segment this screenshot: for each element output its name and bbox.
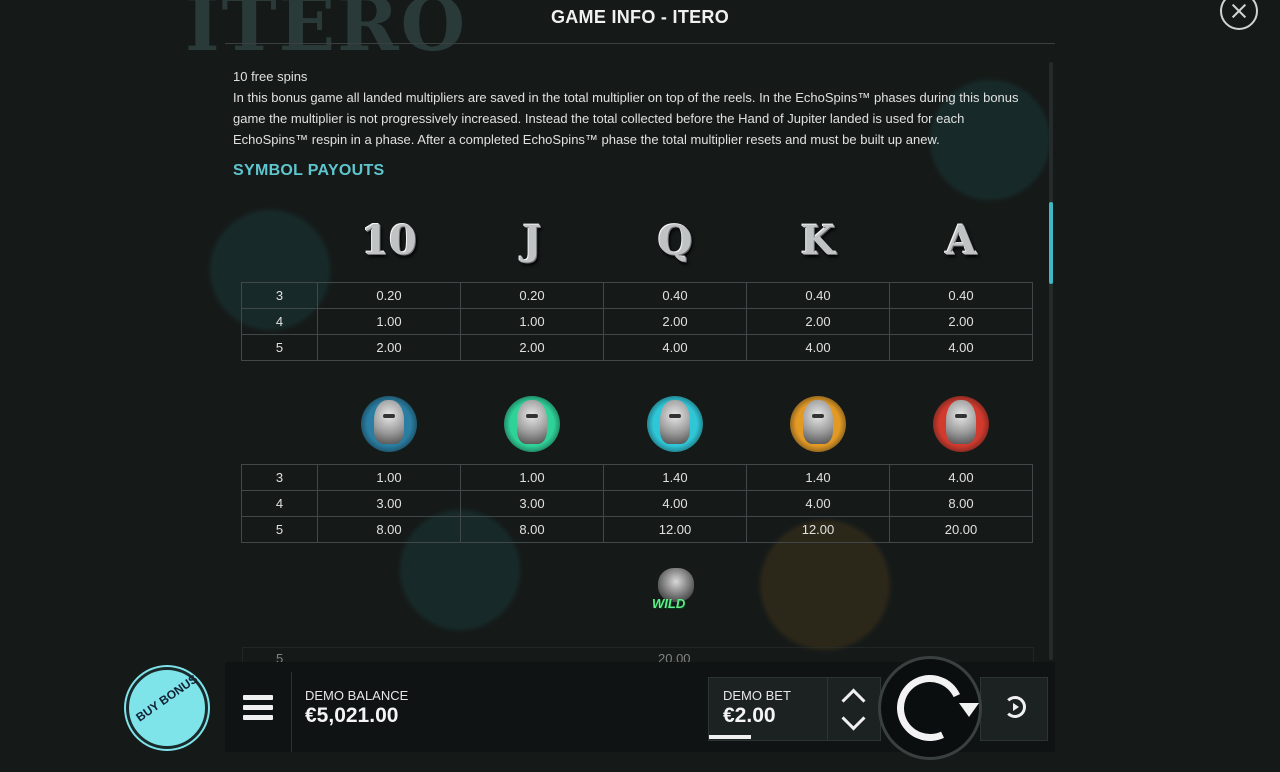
menu-icon[interactable] bbox=[243, 695, 273, 721]
payout-value: 2.00 bbox=[460, 334, 604, 361]
female-bust-blue-icon bbox=[357, 392, 421, 456]
rules-body: In this bonus game all landed multiplier… bbox=[233, 90, 1019, 147]
symbol-letter: J bbox=[522, 216, 542, 264]
balance-value: €5,021.00 bbox=[305, 704, 399, 727]
payout-value: 1.40 bbox=[603, 464, 747, 491]
symbol-count: 3 bbox=[241, 464, 318, 491]
payout-value: 4.00 bbox=[889, 464, 1033, 491]
payout-value: 0.20 bbox=[317, 282, 461, 309]
payout-value: 3.00 bbox=[460, 490, 604, 517]
symbol-10: 10 bbox=[357, 208, 421, 272]
payout-value: 8.00 bbox=[317, 516, 461, 543]
table-row: 5 8.00 8.00 12.00 12.00 20.00 bbox=[241, 516, 1033, 543]
payout-value: 2.00 bbox=[746, 308, 890, 335]
symbol-count: 4 bbox=[241, 308, 318, 335]
section-title: SYMBOL PAYOUTS bbox=[233, 162, 385, 179]
close-button[interactable] bbox=[1220, 0, 1258, 30]
payout-value: 4.00 bbox=[603, 490, 747, 517]
symbol-k: K bbox=[786, 208, 850, 272]
scrollbar-thumb[interactable] bbox=[1049, 202, 1053, 284]
table-row: 3 1.00 1.00 1.40 1.40 4.00 bbox=[241, 464, 1033, 491]
bar-divider bbox=[291, 672, 292, 752]
symbol-count: 5 bbox=[241, 516, 318, 543]
payout-value: 3.00 bbox=[317, 490, 461, 517]
payout-value: 1.40 bbox=[746, 464, 890, 491]
payout-value: 12.00 bbox=[603, 516, 747, 543]
payout-value: 8.00 bbox=[460, 516, 604, 543]
table-row: 4 3.00 3.00 4.00 4.00 8.00 bbox=[241, 490, 1033, 517]
symbol-letter: Q bbox=[657, 216, 693, 264]
wild-label: WILD bbox=[652, 596, 686, 611]
bet-stepper[interactable] bbox=[827, 677, 881, 741]
zeus-bust-red-icon bbox=[929, 392, 993, 456]
chevron-down-icon[interactable] bbox=[841, 706, 866, 731]
symbol-q: Q bbox=[643, 208, 707, 272]
bet-level-indicator bbox=[709, 735, 751, 739]
payout-value: 1.00 bbox=[317, 464, 461, 491]
payout-value: 2.00 bbox=[317, 334, 461, 361]
male-bust-green-icon bbox=[500, 392, 564, 456]
symbol-a: A bbox=[929, 208, 993, 272]
payout-value: 12.00 bbox=[746, 516, 890, 543]
page-title: GAME INFO - ITERO bbox=[550, 7, 730, 27]
rules-heading: 10 free spins bbox=[233, 69, 308, 84]
symbol-count: 4 bbox=[241, 490, 318, 517]
table-row: 3 0.20 0.20 0.40 0.40 0.40 bbox=[241, 282, 1033, 309]
symbol-letter: 10 bbox=[361, 216, 417, 264]
spin-button[interactable] bbox=[878, 656, 982, 760]
symbol-j: J bbox=[500, 208, 564, 272]
symbol-count: 3 bbox=[241, 282, 318, 309]
payout-value: 1.00 bbox=[460, 464, 604, 491]
payout-value: 8.00 bbox=[889, 490, 1033, 517]
bearded-bust-orange-icon bbox=[786, 392, 850, 456]
payout-value: 0.40 bbox=[603, 282, 747, 309]
payout-value: 1.00 bbox=[460, 308, 604, 335]
payout-value: 0.40 bbox=[889, 282, 1033, 309]
payout-value: 4.00 bbox=[603, 334, 747, 361]
table-row: 5 2.00 2.00 4.00 4.00 4.00 bbox=[241, 334, 1033, 361]
high-payout-table: 3 1.00 1.00 1.40 1.40 4.00 4 3.00 3.00 4.00 4.00 8.… bbox=[241, 464, 1033, 543]
bet-value: €2.00 bbox=[723, 704, 776, 727]
payout-value: 2.00 bbox=[603, 308, 747, 335]
bet-label: DEMO BET bbox=[723, 688, 791, 703]
symbol-letter: A bbox=[945, 216, 977, 264]
balance-label: DEMO BALANCE bbox=[305, 688, 409, 703]
payout-value: 4.00 bbox=[746, 334, 890, 361]
payout-value: 0.40 bbox=[746, 282, 890, 309]
symbol-count: 5 bbox=[241, 334, 318, 361]
wild-symbol: WILD bbox=[640, 566, 710, 626]
payout-value: 1.00 bbox=[317, 308, 461, 335]
payout-value: 4.00 bbox=[889, 334, 1033, 361]
payout-value: 20.00 bbox=[889, 516, 1033, 543]
rules-text: 10 free spins In this bonus game all lan… bbox=[233, 66, 1033, 150]
symbol-letter: K bbox=[800, 216, 836, 264]
title-divider bbox=[225, 43, 1055, 44]
buy-bonus-label: BUY BONUS bbox=[133, 671, 201, 725]
payout-value: 2.00 bbox=[889, 308, 1033, 335]
autoplay-icon[interactable] bbox=[1004, 696, 1026, 718]
buy-bonus-button[interactable]: BUY BONUS bbox=[126, 667, 208, 749]
payout-value: 4.00 bbox=[746, 490, 890, 517]
bearded-bust-cyan-icon bbox=[643, 392, 707, 456]
scrollbar-track[interactable] bbox=[1049, 62, 1053, 660]
table-row: 4 1.00 1.00 2.00 2.00 2.00 bbox=[241, 308, 1033, 335]
low-payout-table: 3 0.20 0.20 0.40 0.40 0.40 4 1.00 1.00 2.00 2.00 2.… bbox=[241, 282, 1033, 361]
payout-value: 0.20 bbox=[460, 282, 604, 309]
